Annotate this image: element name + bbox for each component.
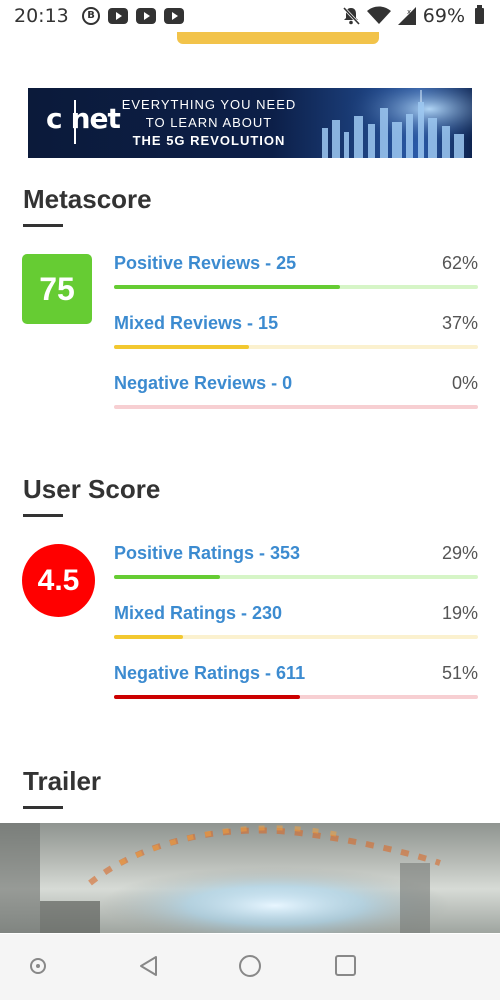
negative-reviews-bar (114, 405, 478, 409)
mixed-reviews-bar (114, 345, 478, 349)
ad-banner[interactable]: c net EVERYTHING YOU NEED TO LEARN ABOUT … (28, 88, 472, 158)
metascore-title: Metascore (23, 184, 152, 214)
mixed-ratings-link[interactable]: Mixed Ratings - 230 (114, 603, 282, 624)
home-icon[interactable] (239, 955, 261, 977)
negative-ratings-percent: 51% (441, 663, 478, 683)
mixed-ratings-bar (114, 635, 478, 639)
assistant-dot-icon[interactable] (30, 958, 46, 974)
negative-ratings-bar-fill (114, 695, 300, 699)
svg-text:x: x (407, 8, 411, 16)
header-action-button[interactable] (177, 32, 379, 44)
ad-copy: EVERYTHING YOU NEED TO LEARN ABOUT THE 5… (114, 96, 304, 150)
youtube-icon (164, 8, 184, 24)
userscore-row-mixed: Mixed Ratings - 230 19% (114, 603, 478, 643)
b-icon: B (82, 7, 100, 25)
cnet-logo: c net (46, 102, 121, 135)
negative-ratings-link[interactable]: Negative Ratings - 611 (114, 663, 305, 684)
metascore-row-mixed: Mixed Reviews - 15 37% (114, 313, 478, 353)
mixed-reviews-percent: 37% (441, 313, 478, 333)
android-nav-bar (0, 934, 500, 1000)
userscore-row-positive: Positive Ratings - 353 29% (114, 543, 478, 583)
mixed-ratings-bar-fill (114, 635, 184, 639)
positive-reviews-link[interactable]: Positive Reviews - 25 (114, 253, 296, 274)
positive-reviews-bar (114, 285, 478, 289)
trailer-thumbnail-image (0, 823, 500, 933)
trailer-video[interactable] (0, 823, 500, 933)
battery-icon (475, 5, 484, 24)
userscore-title: User Score (23, 474, 161, 504)
trailer-title: Trailer (23, 766, 102, 796)
trailer-underline (23, 806, 63, 809)
metascore-row-positive: Positive Reviews - 25 62% (114, 253, 478, 293)
youtube-icon (136, 8, 156, 24)
mixed-reviews-bar-fill (114, 345, 249, 349)
metascore-underline (23, 224, 63, 227)
metascore-row-negative: Negative Reviews - 0 0% (114, 373, 478, 413)
negative-reviews-link[interactable]: Negative Reviews - 0 (114, 373, 292, 394)
wifi-icon (366, 6, 391, 24)
back-icon[interactable] (137, 954, 159, 978)
mute-icon (342, 6, 360, 26)
notification-icons: B (82, 7, 184, 25)
ad-line-2: TO LEARN ABOUT (145, 115, 273, 130)
positive-ratings-percent: 29% (441, 543, 478, 563)
positive-ratings-bar (114, 575, 478, 579)
userscore-row-negative: Negative Ratings - 611 51% (114, 663, 478, 703)
positive-ratings-link[interactable]: Positive Ratings - 353 (114, 543, 300, 564)
signal-icon: x (397, 7, 416, 25)
city-skyline-image (302, 88, 472, 158)
status-time: 20:13 (14, 5, 69, 27)
userscore-badge: 4.5 (22, 544, 95, 617)
positive-reviews-bar-fill (114, 285, 340, 289)
mixed-reviews-link[interactable]: Mixed Reviews - 15 (114, 313, 278, 334)
mixed-ratings-percent: 19% (441, 603, 478, 623)
recents-icon[interactable] (335, 955, 356, 976)
status-bar: 20:13 B x 69% (0, 0, 500, 34)
negative-reviews-percent: 0% (451, 373, 478, 393)
negative-ratings-bar (114, 695, 478, 699)
system-icons: x 69% (341, 5, 484, 27)
ad-line-1: EVERYTHING YOU NEED (121, 97, 297, 112)
positive-reviews-percent: 62% (441, 253, 478, 273)
metascore-badge: 75 (22, 254, 92, 324)
positive-ratings-bar-fill (114, 575, 220, 579)
logo-separator (74, 100, 76, 144)
userscore-underline (23, 514, 63, 517)
battery-percent: 69% (422, 5, 465, 27)
youtube-icon (108, 8, 128, 24)
ad-line-3: THE 5G REVOLUTION (132, 133, 286, 148)
